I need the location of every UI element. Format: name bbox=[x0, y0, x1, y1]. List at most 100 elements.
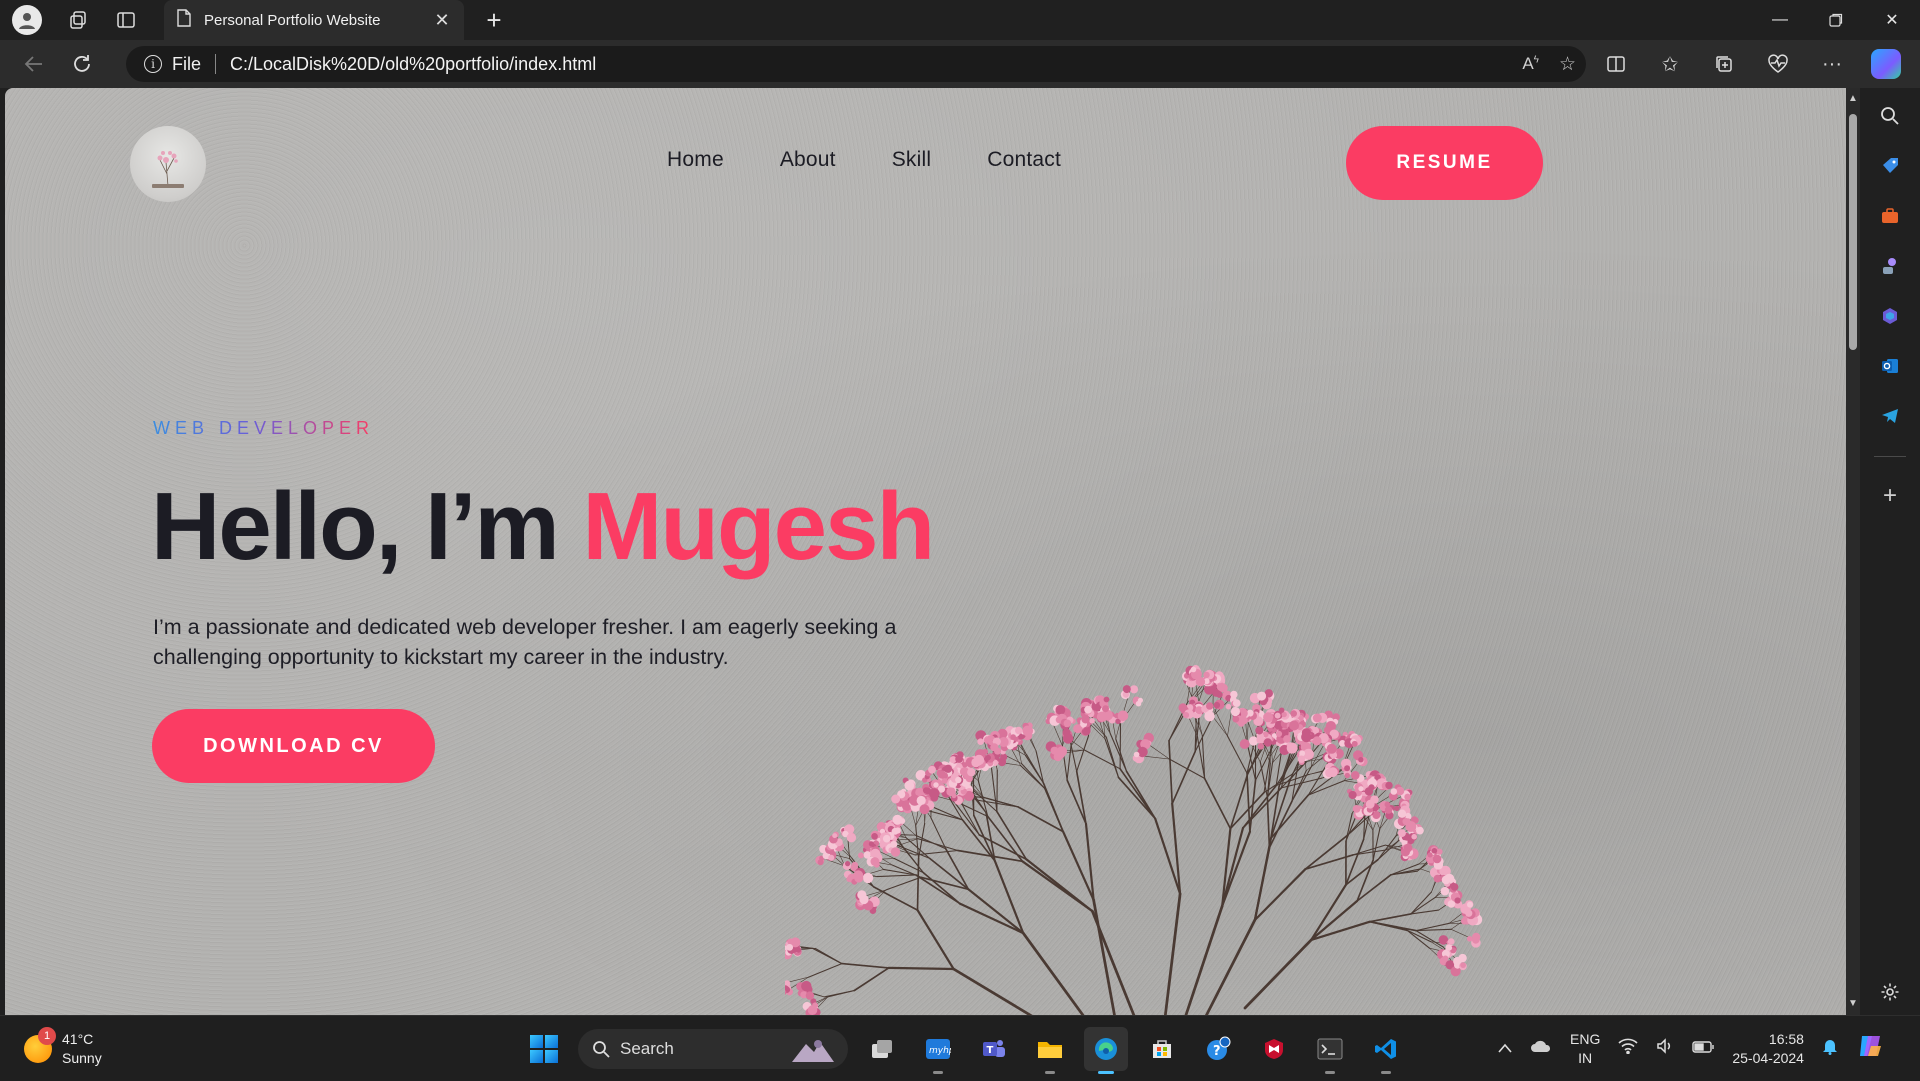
flower-bloom bbox=[938, 770, 946, 778]
m365-icon[interactable] bbox=[1872, 298, 1908, 334]
wifi-icon[interactable] bbox=[1618, 1038, 1638, 1059]
split-screen-icon[interactable] bbox=[1596, 44, 1636, 84]
profile-icon[interactable] bbox=[12, 5, 42, 35]
tools-icon[interactable] bbox=[1872, 198, 1908, 234]
address-separator bbox=[215, 54, 216, 74]
nav-home[interactable]: Home bbox=[667, 148, 724, 172]
help-icon[interactable]: ? bbox=[1196, 1027, 1240, 1071]
flower-bloom bbox=[1206, 702, 1213, 709]
games-icon[interactable] bbox=[1872, 248, 1908, 284]
myhp-icon[interactable]: myhp bbox=[916, 1027, 960, 1071]
nav-skill[interactable]: Skill bbox=[892, 148, 932, 172]
windows-icon[interactable] bbox=[522, 1027, 566, 1071]
clock-time: 16:58 bbox=[1732, 1030, 1804, 1049]
flower-bloom bbox=[1460, 962, 1466, 968]
plus-icon[interactable]: + bbox=[478, 4, 510, 36]
flower-bloom bbox=[974, 755, 984, 765]
language-indicator[interactable]: ENG IN bbox=[1570, 1030, 1600, 1068]
resume-button[interactable]: RESUME bbox=[1346, 126, 1543, 200]
scroll-down-icon[interactable]: ▼ bbox=[1848, 999, 1858, 1009]
active-tab[interactable]: Personal Portfolio Website ✕ bbox=[164, 0, 464, 40]
onedrive-icon[interactable] bbox=[1530, 1039, 1552, 1058]
store-icon[interactable] bbox=[1140, 1027, 1184, 1071]
url-text[interactable]: C:/LocalDisk%20D/old%20portfolio/index.h… bbox=[230, 54, 596, 75]
flower-bloom bbox=[1368, 784, 1374, 790]
site-logo[interactable] bbox=[130, 126, 206, 202]
shopping-icon[interactable] bbox=[1872, 148, 1908, 184]
edge-icon[interactable] bbox=[1084, 1027, 1128, 1071]
volume-icon[interactable] bbox=[1656, 1038, 1674, 1059]
close-window-icon[interactable]: ✕ bbox=[1864, 0, 1920, 40]
more-icon[interactable]: ··· bbox=[1812, 44, 1852, 84]
clock[interactable]: 16:58 25-04-2024 bbox=[1732, 1030, 1804, 1068]
file-explorer-icon[interactable] bbox=[1028, 1027, 1072, 1071]
flower-stem bbox=[1018, 807, 1063, 832]
tab-actions-icon[interactable] bbox=[106, 0, 146, 40]
flower-stem bbox=[1022, 861, 1092, 911]
flower-bloom bbox=[1394, 806, 1399, 811]
running-indicator bbox=[1381, 1071, 1391, 1074]
read-aloud-icon[interactable]: Aϟ bbox=[1522, 54, 1539, 74]
close-icon[interactable]: ✕ bbox=[432, 10, 452, 31]
address-bar[interactable]: i File C:/LocalDisk%20D/old%20portfolio/… bbox=[126, 46, 1586, 82]
chevron-up-icon[interactable] bbox=[1498, 1040, 1512, 1058]
add-icon[interactable]: + bbox=[1872, 478, 1908, 514]
vscode-icon[interactable] bbox=[1364, 1027, 1408, 1071]
copilot-icon[interactable] bbox=[1866, 44, 1906, 84]
settings-icon[interactable] bbox=[1872, 974, 1908, 1010]
page-viewport: Home About Skill Contact RESUME WEB DEVE… bbox=[5, 88, 1846, 1015]
flower-bloom bbox=[1358, 786, 1363, 791]
flower-bloom bbox=[1123, 685, 1131, 693]
flower-bloom bbox=[1134, 752, 1140, 758]
refresh-icon[interactable] bbox=[62, 44, 102, 84]
address-prefix: File bbox=[172, 54, 201, 75]
info-icon[interactable]: i bbox=[144, 55, 162, 73]
browser-essentials-icon[interactable] bbox=[1758, 44, 1798, 84]
flower-stem bbox=[1044, 783, 1064, 831]
mcafee-icon[interactable] bbox=[1252, 1027, 1296, 1071]
terminal-icon[interactable] bbox=[1308, 1027, 1352, 1071]
favorites-icon[interactable]: ✩ bbox=[1650, 44, 1690, 84]
flower-stem bbox=[1267, 797, 1269, 847]
weather-widget[interactable]: 1 41°C Sunny bbox=[24, 1030, 102, 1068]
flower-stem bbox=[946, 849, 969, 890]
flower-stem bbox=[824, 991, 854, 997]
flower-stem bbox=[1170, 759, 1205, 778]
task-view-icon[interactable] bbox=[860, 1027, 904, 1071]
outlook-icon[interactable] bbox=[1872, 348, 1908, 384]
window-controls: — ✕ bbox=[1752, 0, 1920, 40]
flower-stem bbox=[1373, 829, 1380, 860]
favorite-star-icon[interactable]: ☆ bbox=[1559, 53, 1576, 76]
flower-bloom bbox=[1226, 704, 1232, 710]
restore-icon[interactable] bbox=[1808, 0, 1864, 40]
taskbar-apps: Search myhp T ? bbox=[522, 1024, 1408, 1074]
tab-bar: Personal Portfolio Website ✕ + — ✕ bbox=[0, 0, 1920, 40]
flower-bloom bbox=[1447, 945, 1452, 950]
scroll-thumb[interactable] bbox=[1849, 114, 1857, 350]
flower-bloom bbox=[1097, 712, 1108, 723]
page-scrollbar[interactable]: ▲ ▼ bbox=[1846, 88, 1860, 1015]
taskbar-search[interactable]: Search bbox=[578, 1029, 848, 1069]
copilot-taskbar-icon[interactable] bbox=[1856, 1032, 1884, 1065]
flower-bloom bbox=[891, 795, 900, 804]
flower-bloom bbox=[883, 835, 891, 843]
telegram-icon[interactable] bbox=[1872, 398, 1908, 434]
download-cv-button[interactable]: DOWNLOAD CV bbox=[152, 709, 435, 783]
weather-desc: Sunny bbox=[62, 1049, 102, 1068]
scroll-up-icon[interactable]: ▲ bbox=[1848, 94, 1858, 104]
nav-contact[interactable]: Contact bbox=[987, 148, 1061, 172]
back-icon[interactable] bbox=[14, 44, 54, 84]
workspaces-icon[interactable] bbox=[58, 0, 98, 40]
taskbar-search-icon bbox=[592, 1040, 610, 1058]
minimize-icon[interactable]: — bbox=[1752, 0, 1808, 40]
search-icon[interactable] bbox=[1872, 98, 1908, 134]
teams-icon[interactable]: T bbox=[972, 1027, 1016, 1071]
flower-stem bbox=[1305, 835, 1348, 869]
battery-icon[interactable] bbox=[1692, 1040, 1714, 1058]
flower-stem bbox=[1172, 752, 1195, 804]
collections-icon[interactable] bbox=[1704, 44, 1744, 84]
notification-bell-icon[interactable] bbox=[1822, 1037, 1838, 1060]
nav-about[interactable]: About bbox=[780, 148, 836, 172]
flower-bloom bbox=[1238, 720, 1245, 727]
flower-bloom bbox=[1434, 875, 1442, 883]
